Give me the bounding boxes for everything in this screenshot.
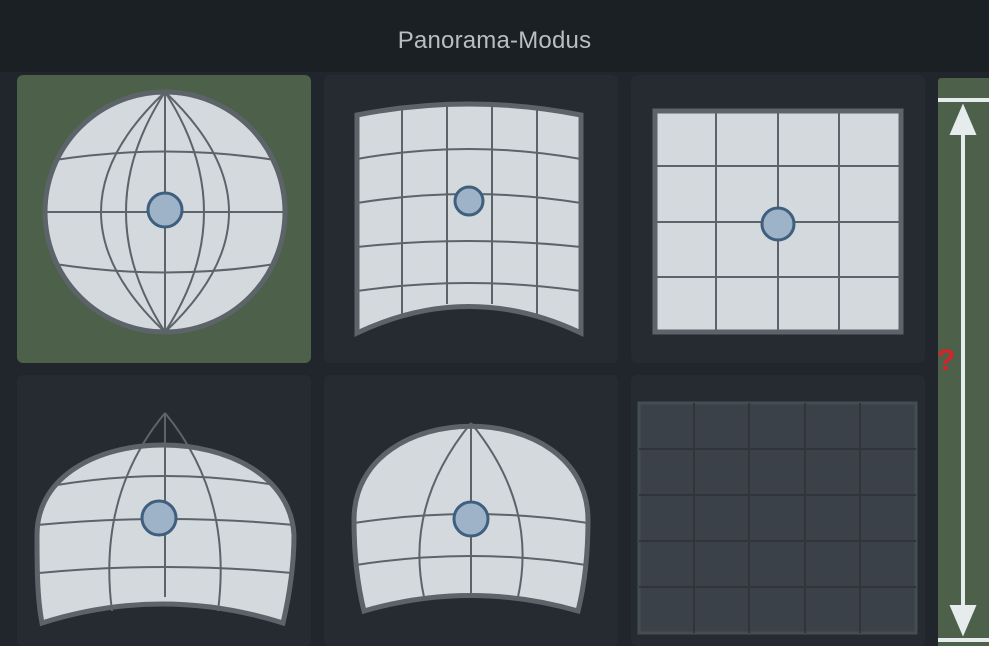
mode-tile-disabled	[631, 375, 925, 646]
panorama-mode-panel: Panorama-Modus ?	[0, 0, 989, 646]
flat-projection-icon	[652, 108, 904, 335]
cylinder-projection-icon	[354, 101, 584, 337]
mode-tile-cylinder[interactable]	[324, 75, 618, 363]
fisheye-projection-icon	[34, 412, 297, 627]
mode-tile-flat[interactable]	[631, 75, 925, 363]
disabled-projection-icon	[637, 401, 918, 635]
unknown-value-marker: ?	[936, 344, 956, 377]
mode-tile-dome[interactable]	[324, 375, 618, 646]
mode-tile-sphere[interactable]	[17, 75, 311, 363]
sphere-projection-icon	[42, 89, 288, 335]
dome-projection-icon	[351, 422, 591, 615]
panel-title: Panorama-Modus	[397, 27, 592, 54]
panel-header: Panorama-Modus	[0, 0, 989, 72]
mode-tile-fisheye[interactable]	[17, 375, 311, 646]
